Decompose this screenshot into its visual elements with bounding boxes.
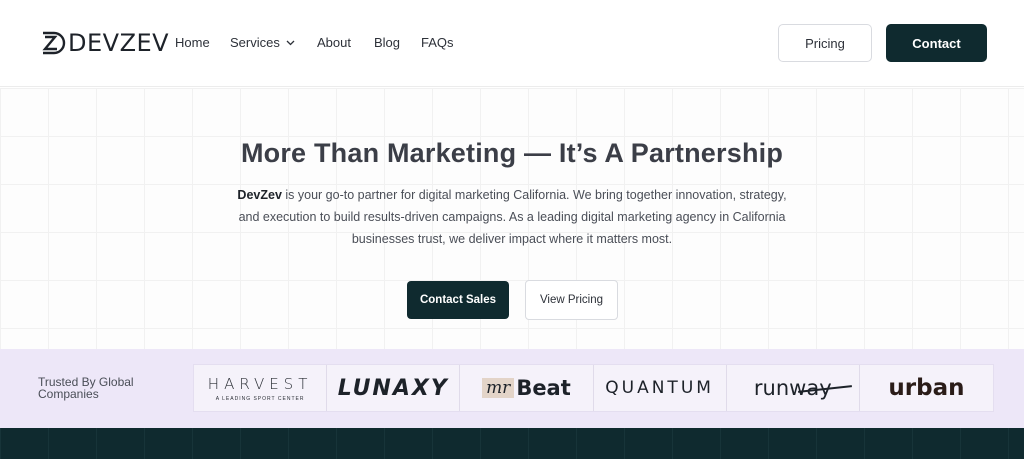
lunaxy-wordmark: LUNAXY: [337, 375, 449, 401]
logo-mrbeat: mr Beat: [460, 365, 594, 411]
contact-button[interactable]: Contact: [886, 24, 987, 62]
trusted-companies-strip: Trusted By Global Companies HARVEST A LE…: [0, 349, 1024, 428]
runway-wordmark-wrap: runway: [754, 376, 852, 400]
hero-description: DevZev is your go-to partner for digital…: [230, 184, 794, 250]
harvest-tagline: A LEADING SPORT CENTER: [215, 395, 305, 402]
mrbeat-beat: Beat: [516, 376, 571, 400]
mrbeat-mr: mr: [482, 378, 515, 398]
brand-name: DEVZEV: [68, 29, 170, 57]
devzev-logo-icon: [42, 31, 66, 55]
urban-wordmark: urban: [888, 375, 965, 401]
hero-section: More Than Marketing — It’s A Partnership…: [0, 88, 1024, 349]
hero-description-text: is your go-to partner for digital market…: [238, 188, 787, 246]
logo-runway: runway: [727, 365, 860, 411]
pricing-button[interactable]: Pricing: [778, 24, 872, 62]
nav-blog[interactable]: Blog: [374, 35, 400, 50]
company-logos: HARVEST A LEADING SPORT CENTER LUNAXY mr…: [193, 364, 994, 412]
brand-logo[interactable]: DEVZEV: [40, 28, 169, 58]
nav-services[interactable]: Services: [230, 35, 295, 50]
logo-quantum: QUANTUM: [594, 365, 727, 411]
hero-title: More Than Marketing — It’s A Partnership: [240, 138, 784, 168]
trusted-label: Trusted By Global Companies: [38, 375, 134, 401]
nav-services-label: Services: [230, 35, 280, 50]
nav-faqs[interactable]: FAQs: [421, 35, 454, 50]
contact-sales-button[interactable]: Contact Sales: [407, 281, 509, 319]
chevron-down-icon: [286, 40, 295, 45]
hero-description-brand: DevZev: [237, 188, 282, 202]
site-header: DEVZEV Home Services About Blog FAQs Pri…: [0, 0, 1024, 87]
logo-urban: urban: [860, 365, 993, 411]
view-pricing-button[interactable]: View Pricing: [525, 280, 618, 320]
quantum-wordmark: QUANTUM: [605, 378, 714, 398]
logo-harvest: HARVEST A LEADING SPORT CENTER: [194, 365, 328, 411]
nav-about[interactable]: About: [317, 35, 351, 50]
logo-lunaxy: LUNAXY: [327, 365, 461, 411]
dark-section-top: [0, 428, 1024, 459]
harvest-name: HARVEST: [207, 374, 313, 393]
nav-home[interactable]: Home: [175, 35, 210, 50]
